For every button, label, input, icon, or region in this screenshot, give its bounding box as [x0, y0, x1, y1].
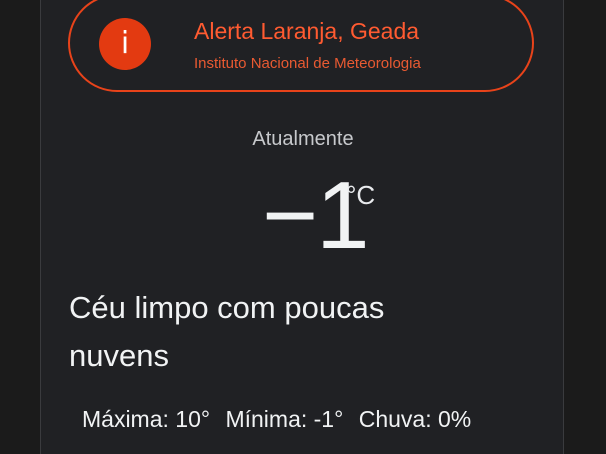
temperature-unit: °C [346, 180, 376, 210]
left-frame [0, 0, 41, 454]
weather-condition: Céu limpo com poucas nuvens [69, 290, 385, 373]
daily-stats: Máxima: 10° Mínima: -1° Chuva: 0% [82, 406, 480, 433]
current-label: Atualmente [252, 128, 354, 150]
max-temperature: Máxima: 10° [82, 406, 211, 432]
weather-screen: i Alerta Laranja, Geada Instituto Nacion… [0, 0, 606, 454]
rain-chance: Chuva: 0% [358, 406, 472, 432]
right-frame [563, 0, 606, 454]
alert-title: Alerta Laranja, Geada [194, 18, 420, 44]
min-temperature: Mínima: -1° [225, 406, 344, 432]
info-icon: i [99, 18, 151, 70]
alert-source: Instituto Nacional de Meteorologia [194, 55, 421, 72]
weather-alert-banner[interactable]: i Alerta Laranja, Geada Instituto Nacion… [68, 0, 534, 92]
